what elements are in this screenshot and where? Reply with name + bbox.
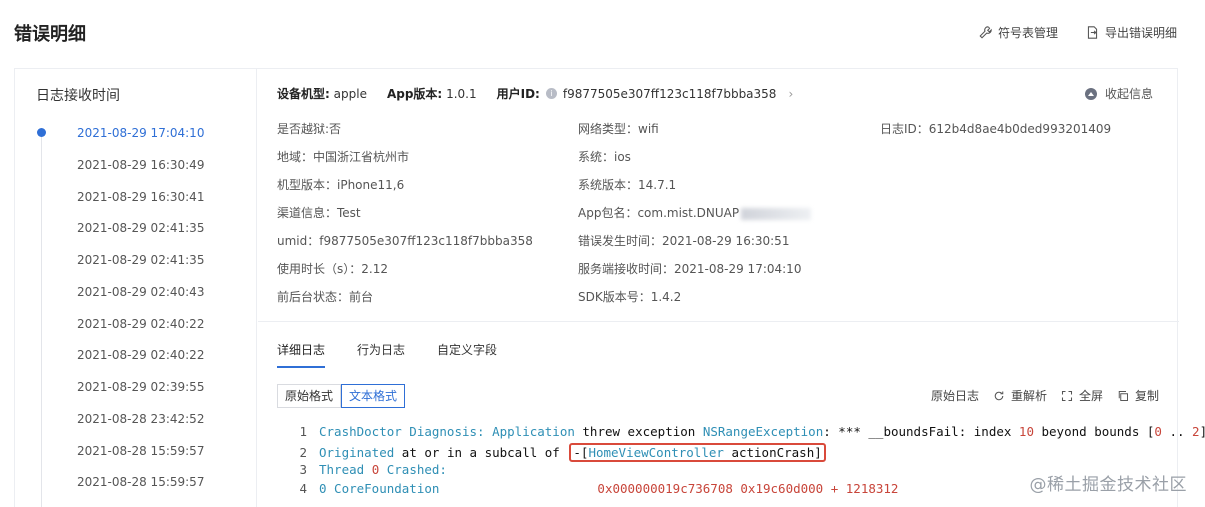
copy-button[interactable]: 复制 [1117, 387, 1159, 404]
collapse-up-icon [1084, 87, 1097, 100]
page-title: 错误明细 [14, 24, 86, 45]
timeline-item[interactable]: 2021-08-29 02:39:55 [77, 380, 204, 394]
info-region: 地域：中国浙江省杭州市 [277, 150, 410, 164]
raw-log-button[interactable]: 原始日志 [931, 387, 979, 404]
info-model-version: 机型版本：iPhone11,6 [277, 178, 405, 192]
tab-detail-log[interactable]: 详细日志 [277, 341, 326, 368]
app-version: App版本: 1.0.1 [386, 87, 477, 101]
export-errors-button[interactable]: 导出错误明细 [1086, 24, 1177, 41]
code-line-2: 2 Originated at or in a subcall of -[Home… [277, 443, 1177, 462]
top-actions: 符号表管理 导出错误明细 [979, 24, 1177, 41]
timeline-active-dot [37, 128, 46, 137]
fullscreen-button[interactable]: 全屏 [1061, 387, 1103, 404]
log-time-sidebar: 日志接收时间 2021-08-29 17:04:10 2021-08-29 16… [15, 69, 257, 507]
timeline-item[interactable]: 2021-08-29 16:30:41 [77, 190, 204, 204]
timeline-item[interactable]: 2021-08-29 02:41:35 [77, 253, 204, 267]
error-detail-content: 设备机型: apple App版本: 1.0.1 用户ID: i f987750… [258, 69, 1205, 507]
timeline-item[interactable]: 2021-08-29 16:30:49 [77, 158, 204, 172]
info-server-receive-time: 服务端接收时间：2021-08-29 17:04:10 [578, 262, 802, 276]
reparse-button[interactable]: 重解析 [993, 387, 1047, 404]
user-id-value: f9877505e307ff123c118f7bbba358 [562, 86, 777, 101]
tab-custom-fields[interactable]: 自定义字段 [437, 341, 497, 368]
wrench-icon [979, 26, 992, 39]
copy-icon [1118, 390, 1128, 401]
log-tabs: 详细日志 行为日志 自定义字段 [277, 341, 497, 368]
format-toggle: 原始格式 文本格式 [277, 384, 406, 408]
sidebar-title: 日志接收时间 [36, 88, 120, 104]
export-icon [1087, 26, 1098, 39]
info-error-time: 错误发生时间：2021-08-29 16:30:51 [578, 234, 790, 248]
info-foreground-state: 前后台状态：前台 [277, 290, 374, 304]
highlighted-method-box: -[HomeViewController actionCrash] [569, 443, 826, 462]
collapse-info-button[interactable]: 收起信息 [1084, 85, 1153, 102]
refresh-icon [994, 391, 1004, 400]
timeline-item[interactable]: 2021-08-29 02:40:22 [77, 317, 204, 331]
timeline-item[interactable]: 2021-08-29 02:40:22 [77, 348, 204, 362]
device-summary: 设备机型: apple App版本: 1.0.1 用户ID: i f987750… [277, 85, 793, 102]
timeline-item[interactable]: 2021-08-28 15:59:57 [77, 444, 204, 458]
timeline-item[interactable]: 2021-08-29 02:40:43 [77, 285, 204, 299]
text-format-button[interactable]: 文本格式 [341, 384, 406, 408]
info-os: 系统：ios [578, 150, 631, 164]
info-sdk-version: SDK版本号：1.4.2 [578, 290, 682, 304]
timeline-item[interactable]: 2021-08-28 15:59:57 [77, 475, 204, 489]
info-os-version: 系统版本：14.7.1 [578, 178, 677, 192]
export-errors-label: 导出错误明细 [1104, 26, 1177, 40]
timeline-item[interactable]: 2021-08-29 17:04:10 [77, 126, 204, 140]
device-model: 设备机型: apple [277, 87, 367, 101]
user-id: 用户ID: i f9877505e307ff123c118f7bbba358 › [496, 86, 794, 102]
info-icon[interactable]: i [545, 88, 557, 99]
collapse-info-label: 收起信息 [1104, 87, 1153, 101]
info-package: App包名：com.mist.DNUAP [578, 204, 812, 221]
chevron-right-icon[interactable]: › [788, 87, 793, 101]
fullscreen-icon [1061, 390, 1072, 401]
tab-behavior-log[interactable]: 行为日志 [357, 341, 405, 368]
timeline-item[interactable]: 2021-08-29 02:41:35 [77, 221, 204, 235]
timeline-item[interactable]: 2021-08-28 23:42:52 [77, 412, 204, 426]
log-tools: 原始日志 重解析 全屏 复制 [931, 387, 1159, 404]
divider [258, 321, 1179, 322]
detail-panel: 日志接收时间 2021-08-29 17:04:10 2021-08-29 16… [14, 68, 1205, 507]
redacted-blur [741, 207, 812, 220]
info-usage-duration: 使用时长（s）：2.12 [277, 262, 388, 276]
symbol-table-button[interactable]: 符号表管理 [979, 24, 1058, 41]
info-network: 网络类型：wifi [578, 122, 659, 136]
code-line-1: 1 CrashDoctor Diagnosis: Application thre… [299, 424, 1205, 439]
timeline-line [41, 133, 42, 507]
info-log-id: 日志ID：612b4d8ae4b0ded993201409 [880, 122, 1112, 136]
raw-format-button[interactable]: 原始格式 [277, 384, 342, 408]
info-channel: 渠道信息：Test [277, 206, 361, 220]
symbol-table-label: 符号表管理 [997, 26, 1058, 40]
watermark: @稀土掘金技术社区 [1029, 475, 1187, 495]
info-umid: umid：f9877505e307ff123c118f7bbba358 [277, 234, 533, 248]
info-jailbreak: 是否越狱:否 [277, 122, 342, 136]
